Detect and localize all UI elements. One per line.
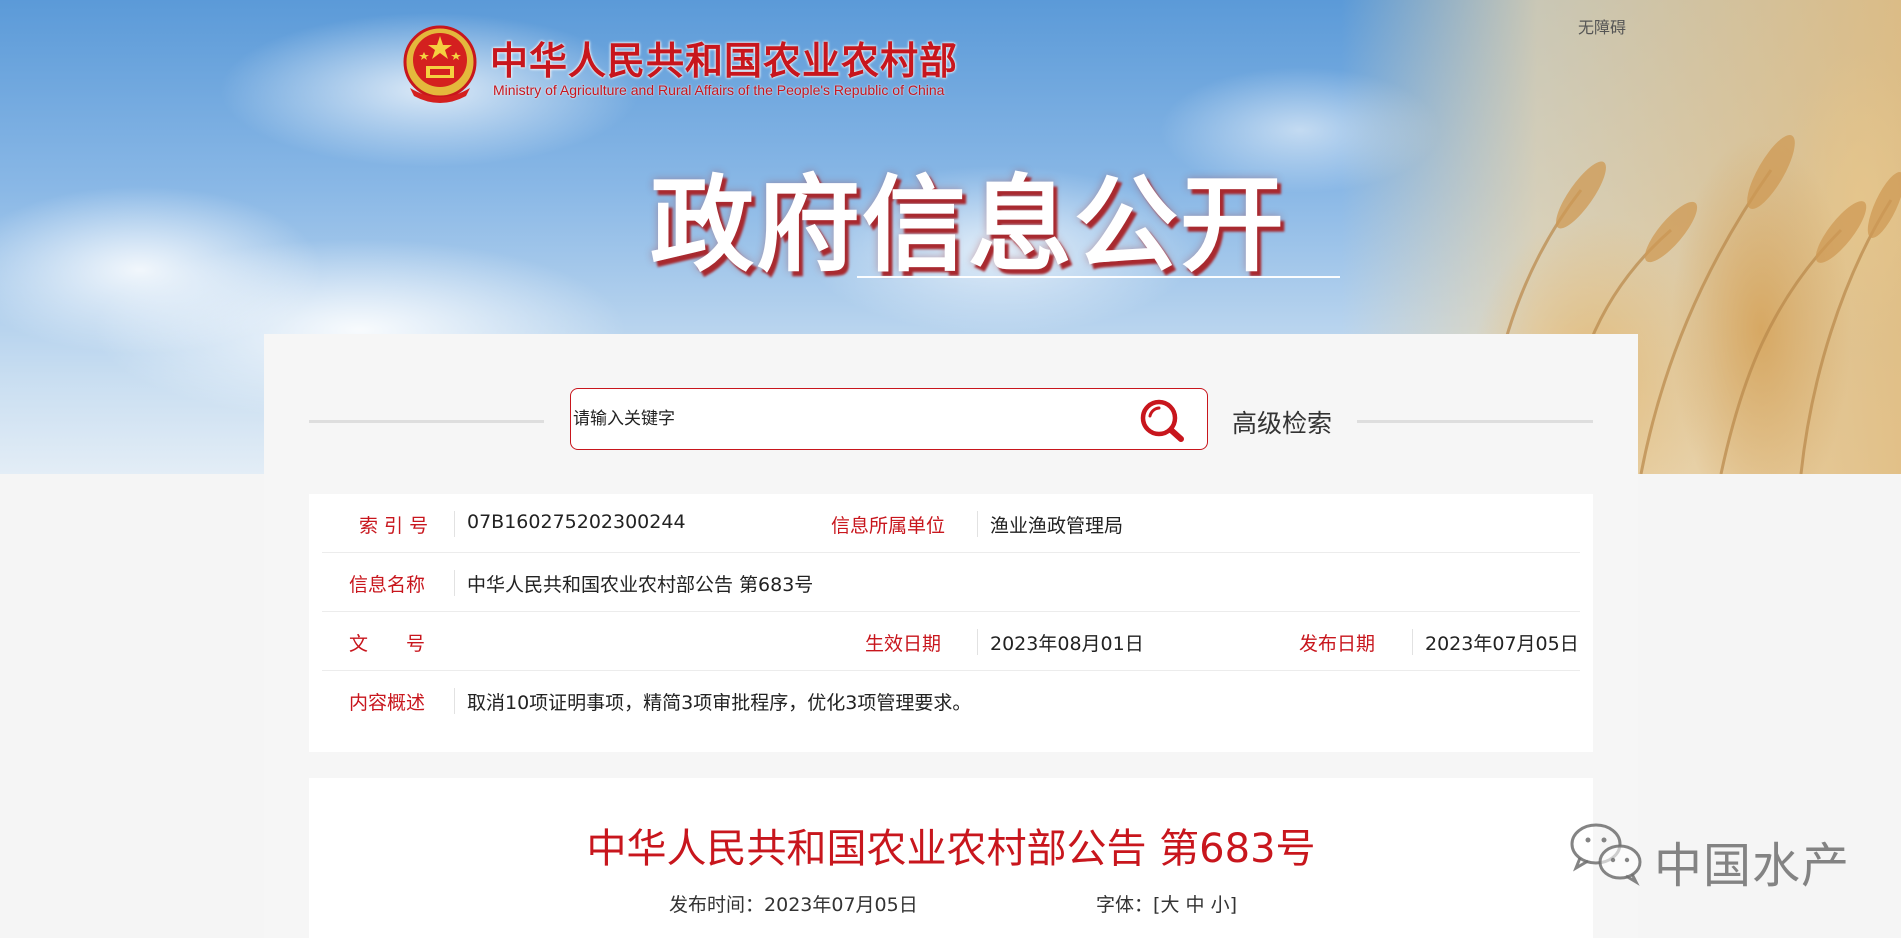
unit-value: 渔业渔政管理局 (990, 515, 1124, 537)
watermark-text: 中国水产 (1654, 838, 1851, 894)
font-bracket-close: ] (1229, 894, 1237, 916)
effective-date-label: 生效日期 (865, 633, 942, 655)
divider (454, 688, 455, 714)
divider (977, 511, 978, 537)
divider (454, 570, 455, 596)
publish-time-label: 发布时间： (669, 894, 765, 916)
publish-date-label: 发布日期 (1299, 633, 1376, 655)
summary-label: 内容概述 (349, 692, 426, 714)
divider (977, 629, 978, 655)
info-name-value: 中华人民共和国农业农村部公告 第683号 (467, 574, 814, 596)
search-box (570, 388, 1208, 450)
info-name-label: 信息名称 (349, 574, 426, 596)
meta-row-name: 信息名称 中华人民共和国农业农村部公告 第683号 (322, 553, 1580, 612)
accessibility-link[interactable]: 无障碍 (1578, 14, 1626, 38)
meta-row-summary: 内容概述 取消10项证明事项，精简3项审批程序，优化3项管理要求。 (322, 671, 1580, 729)
banner-divider (857, 276, 1340, 278)
font-medium-button[interactable]: 中 (1186, 894, 1205, 916)
divider (454, 511, 455, 537)
banner-title: 政府信息公开 (650, 164, 1287, 286)
article-header: 中华人民共和国农业农村部公告 第683号 发布时间：2023年07月05日 字体… (309, 778, 1593, 938)
site-name-chinese: 中华人民共和国农业农村部 (490, 39, 959, 83)
search-input[interactable] (571, 389, 1135, 448)
search-icon[interactable] (1137, 397, 1191, 443)
index-number-value: 07B160275202300244 (467, 511, 686, 533)
search-deco-line-left (309, 420, 544, 423)
publish-time-value: 2023年07月05日 (764, 894, 918, 916)
index-number-label: 索 引 号 (359, 515, 429, 537)
article-publish-time: 发布时间：2023年07月05日 (669, 890, 918, 917)
article-title: 中华人民共和国农业农村部公告 第683号 (586, 826, 1316, 872)
font-size-label: 字体： (1096, 894, 1154, 916)
search-bar: 高级检索 (264, 388, 1638, 454)
wechat-watermark: 中国水产 (1566, 818, 1866, 894)
content-panel: 高级检索 索 引 号 07B160275202300244 信息所属单位 渔业渔… (264, 334, 1638, 938)
effective-date-value: 2023年08月01日 (990, 633, 1144, 655)
national-emblem-icon (403, 25, 477, 103)
font-small-button[interactable]: 小 (1211, 894, 1230, 916)
font-size-control: 字体：[大 中 小] (1096, 890, 1237, 917)
search-deco-line-right (1357, 420, 1593, 423)
doc-number-label: 文 号 (349, 633, 426, 655)
advanced-search-link[interactable]: 高级检索 (1232, 404, 1332, 440)
meta-row-index: 索 引 号 07B160275202300244 信息所属单位 渔业渔政管理局 (322, 494, 1580, 553)
site-name-english: Ministry of Agriculture and Rural Affair… (493, 82, 945, 98)
font-large-button[interactable]: 大 (1160, 894, 1179, 916)
wechat-icon (1570, 823, 1642, 886)
info-metadata-table: 索 引 号 07B160275202300244 信息所属单位 渔业渔政管理局 … (309, 494, 1593, 752)
summary-value: 取消10项证明事项，精简3项审批程序，优化3项管理要求。 (467, 692, 972, 714)
divider (1412, 629, 1413, 655)
unit-label: 信息所属单位 (831, 515, 946, 537)
meta-row-dates: 文 号 生效日期 2023年08月01日 发布日期 2023年07月05日 (322, 612, 1580, 671)
publish-date-value: 2023年07月05日 (1425, 633, 1579, 655)
